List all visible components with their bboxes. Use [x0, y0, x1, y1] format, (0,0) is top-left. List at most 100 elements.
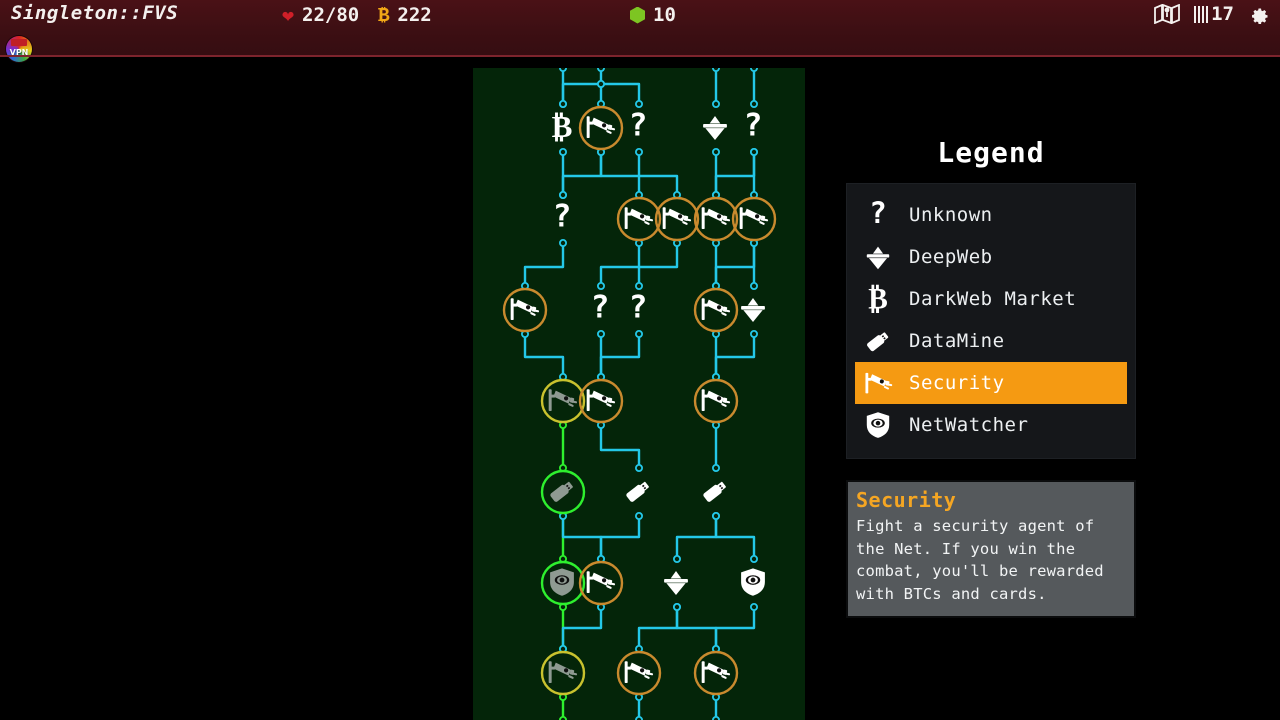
map-node-cctv-camera[interactable]	[693, 650, 739, 696]
vpn-badge-label: VPN	[9, 47, 29, 57]
map-node-cctv-camera[interactable]	[502, 287, 548, 333]
edge-port	[634, 148, 643, 157]
shield-eye-icon	[866, 412, 890, 438]
edge-port	[634, 100, 643, 109]
cctv-camera-icon	[624, 207, 654, 230]
map-edge	[714, 332, 756, 379]
legend-item-netwatcher[interactable]: NetWatcher	[855, 404, 1127, 446]
map-node-iceberg[interactable]	[736, 292, 772, 328]
tooltip-body: Fight a security agent of the Net. If yo…	[856, 517, 1104, 603]
cctv-camera-icon	[739, 207, 769, 230]
map-node-question-mark[interactable]: ?	[545, 201, 581, 237]
svg-text:?: ?	[553, 201, 572, 235]
legend-item-deepweb[interactable]: DeepWeb	[855, 236, 1127, 278]
question-mark-icon: ?	[869, 199, 887, 230]
usb-drive-icon	[861, 325, 895, 357]
legend-item-label: Unknown	[909, 204, 993, 226]
legend-panel: Legend ? Unknown DeepWeb ₿ DarkWeb Market …	[846, 136, 1136, 459]
vpn-badge-icon[interactable]: VPN	[6, 36, 32, 62]
legend-item-security[interactable]: Security	[855, 362, 1127, 404]
map-node-cctv-camera[interactable]	[578, 560, 624, 606]
question-mark-icon: ?	[629, 110, 648, 144]
settings-button[interactable]	[1248, 3, 1270, 25]
node-icon-slot	[739, 207, 769, 230]
map-node-shield-eye[interactable]	[736, 565, 772, 601]
map-node-cctv-camera[interactable]	[616, 196, 662, 242]
map-edge	[599, 423, 641, 470]
iceberg-icon	[741, 297, 765, 323]
svg-text:?: ?	[869, 199, 887, 230]
legend-item-label: Security	[909, 372, 1005, 394]
edge-port	[559, 68, 567, 72]
edge-port	[559, 148, 568, 157]
edge-port	[749, 100, 758, 109]
map-node-shield-eye[interactable]	[540, 560, 586, 606]
bitcoin-stat: ₿ 222	[378, 4, 432, 26]
node-icon-slot	[548, 661, 578, 684]
map-node-question-mark[interactable]: ?	[621, 110, 657, 146]
map-node-cctv-camera[interactable]	[578, 378, 624, 424]
map-node-cctv-camera[interactable]	[693, 378, 739, 424]
map-node-cctv-camera[interactable]	[731, 196, 777, 242]
edge-port	[750, 68, 758, 72]
node-icon-slot	[703, 481, 726, 502]
map-node-usb-drive[interactable]	[540, 469, 586, 515]
map-node-bitcoin[interactable]: ₿	[545, 110, 581, 146]
map-icon	[1153, 4, 1180, 24]
legend-item-label: DataMine	[909, 330, 1005, 352]
legend-item-label: NetWatcher	[909, 414, 1029, 436]
map-edge	[714, 514, 756, 561]
map-node-cctv-camera[interactable]	[693, 196, 739, 242]
node-icon-slot	[586, 116, 616, 139]
map-edge	[561, 150, 603, 197]
map-edge	[637, 605, 679, 651]
edge-port	[712, 68, 720, 72]
cctv-camera-icon	[548, 389, 578, 412]
map-node-usb-drive[interactable]	[698, 474, 734, 510]
map-edge	[599, 82, 641, 106]
map-node-cctv-camera[interactable]	[578, 105, 624, 151]
map-node-cctv-camera[interactable]	[616, 650, 662, 696]
map-node-cctv-camera[interactable]	[540, 650, 586, 696]
map-node-iceberg[interactable]	[659, 565, 695, 601]
map-node-cctv-camera[interactable]	[654, 196, 700, 242]
map-node-usb-drive[interactable]	[621, 474, 657, 510]
node-icon-slot	[624, 661, 654, 684]
map-edge	[599, 332, 641, 379]
legend-item-unknown[interactable]: ? Unknown	[855, 194, 1127, 236]
iceberg-icon	[664, 570, 688, 596]
usb-drive-icon	[550, 481, 573, 502]
legend-item-datamine[interactable]: DataMine	[855, 320, 1127, 362]
svg-text:₿: ₿	[868, 283, 888, 315]
net-map-graph: ₿ ? ? ? ? ?	[502, 68, 777, 720]
edge-port	[597, 79, 606, 88]
cctv-camera-icon	[701, 389, 731, 412]
map-node-question-mark[interactable]: ?	[583, 292, 619, 328]
map-button[interactable]	[1153, 4, 1180, 24]
map-edge	[637, 150, 679, 197]
map-node-cctv-camera[interactable]	[693, 287, 739, 333]
map-node-cctv-camera[interactable]	[540, 378, 586, 424]
cctv-camera-icon	[662, 207, 692, 230]
map-node-iceberg[interactable]	[698, 110, 734, 146]
node-icon-slot: ?	[744, 110, 763, 144]
net-map-panel[interactable]: ₿ ? ? ? ? ?	[473, 68, 805, 720]
health-value: 22/80	[302, 4, 360, 26]
cctv-camera-icon	[510, 298, 540, 321]
node-icon-slot	[703, 115, 727, 141]
legend-item-darkweb-market[interactable]: ₿ DarkWeb Market	[855, 278, 1127, 320]
svg-text:?: ?	[591, 292, 610, 326]
iceberg-icon	[703, 115, 727, 141]
edge-port	[634, 329, 643, 338]
map-node-question-mark[interactable]: ?	[736, 110, 772, 146]
edge-port	[711, 511, 720, 520]
usb-drive-icon	[626, 481, 649, 502]
node-icon-slot	[510, 298, 540, 321]
hud-right-icons: 17	[1153, 3, 1270, 25]
hex-data-icon	[630, 6, 645, 24]
map-edge	[637, 241, 679, 288]
node-icon-slot	[741, 297, 765, 323]
cards-counter[interactable]: 17	[1193, 3, 1234, 25]
map-node-question-mark[interactable]: ?	[621, 292, 657, 328]
shield-eye-icon	[550, 568, 574, 596]
